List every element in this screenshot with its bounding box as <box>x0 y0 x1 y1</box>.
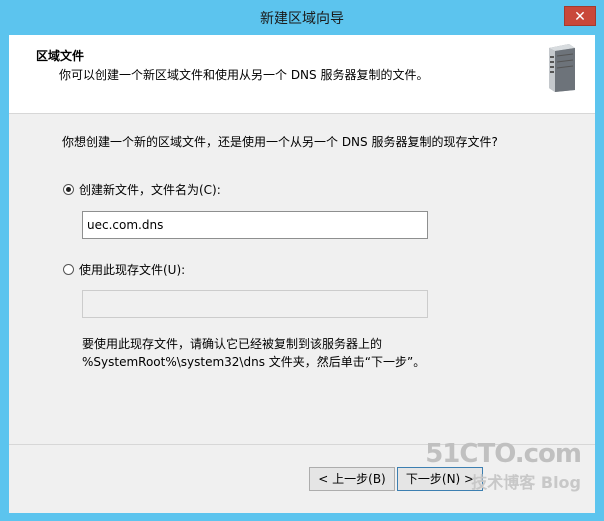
window-title: 新建区域向导 <box>260 11 344 27</box>
radio-use-existing-label: 使用此现存文件(U): <box>79 263 186 277</box>
radio-create-new-label: 创建新文件，文件名为(C): <box>79 183 221 197</box>
radio-selected-icon[interactable] <box>63 184 74 195</box>
note-text: 要使用此现存文件，请确认它已经被复制到该服务器上的 %SystemRoot%\s… <box>82 335 425 371</box>
new-file-name-input[interactable] <box>82 211 428 239</box>
title-bar[interactable]: 新建区域向导 ✕ <box>0 0 604 35</box>
radio-unselected-icon[interactable] <box>63 264 74 275</box>
back-button[interactable]: < 上一步(B) <box>309 467 395 491</box>
server-icon <box>549 44 575 92</box>
close-icon: ✕ <box>574 9 586 25</box>
radio-create-new[interactable]: 创建新文件，文件名为(C): <box>63 181 221 198</box>
note-line-1: 要使用此现存文件，请确认它已经被复制到该服务器上的 <box>82 337 383 351</box>
question-text: 你想创建一个新的区域文件，还是使用一个从另一个 DNS 服务器复制的现存文件? <box>62 135 498 149</box>
wizard-content: 你想创建一个新的区域文件，还是使用一个从另一个 DNS 服务器复制的现存文件? … <box>9 114 595 474</box>
watermark-line-1: 51CTO.com <box>425 439 582 469</box>
watermark: 51CTO.com 技术博客 Blog <box>425 439 582 493</box>
wizard-header: 区域文件 你可以创建一个新区域文件和使用从另一个 DNS 服务器复制的文件。 <box>9 35 595 114</box>
watermark-line-2: 技术博客 Blog <box>471 473 581 492</box>
close-button[interactable]: ✕ <box>564 6 596 26</box>
wizard-window: 新建区域向导 ✕ 区域文件 你可以创建一个新区域文件和使用从另一个 DNS 服务… <box>0 0 604 521</box>
header-title: 区域文件 <box>36 49 85 63</box>
note-line-2: %SystemRoot%\system32\dns 文件夹，然后单击“下一步”。 <box>82 355 426 369</box>
wizard-client-area: 区域文件 你可以创建一个新区域文件和使用从另一个 DNS 服务器复制的文件。 你… <box>9 35 595 513</box>
existing-file-input <box>82 290 428 318</box>
header-subtitle: 你可以创建一个新区域文件和使用从另一个 DNS 服务器复制的文件。 <box>59 68 429 82</box>
radio-use-existing[interactable]: 使用此现存文件(U): <box>63 261 185 278</box>
